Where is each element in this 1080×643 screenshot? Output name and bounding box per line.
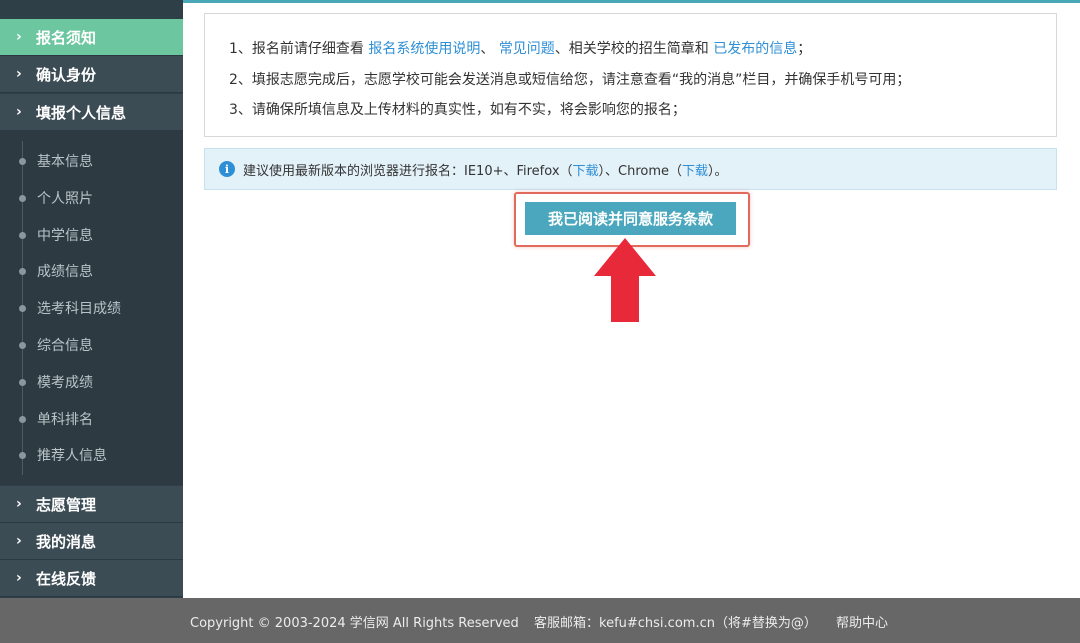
notice-line-2: 2、填报志愿完成后，志愿学校可能会发送消息或短信给您，请注意查看“我的消息”栏目… [229, 72, 911, 88]
sidebar-item-preferences[interactable]: › 志愿管理 [0, 486, 183, 523]
sidebar-subitem-basic-info[interactable]: 基本信息 [0, 147, 183, 175]
notice-text: ； [797, 41, 812, 57]
published-info-link[interactable]: 已发布的信息 [713, 41, 797, 57]
notice-line-1: 1、报名前请仔细查看 报名系统使用说明、 常见问题、相关学校的招生简章和 已发布… [229, 38, 811, 58]
tip-text: ）。 [708, 163, 728, 179]
bullet-dot-icon [19, 158, 26, 165]
notice-text: 1、报名前请仔细查看 [229, 41, 369, 57]
sidebar-subitem-grades[interactable]: 成绩信息 [0, 257, 183, 285]
sidebar-item-label: 报名须知 [36, 28, 97, 47]
help-center-link[interactable]: 帮助中心 [836, 612, 888, 631]
sidebar-nav: › 报名须知 › 确认身份 › 填报个人信息 基本信息 个人照片 中学信息 成绩… [0, 0, 183, 598]
faq-link[interactable]: 常见问题 [499, 41, 555, 57]
bullet-dot-icon [19, 342, 26, 349]
sidebar-subitem-label: 个人照片 [37, 191, 93, 207]
sidebar-subitem-label: 中学信息 [37, 228, 93, 244]
firefox-download-link[interactable]: 下载 [573, 160, 599, 179]
bullet-dot-icon [19, 195, 26, 202]
sidebar-subitem-referrer[interactable]: 推荐人信息 [0, 441, 183, 469]
tip-text: ）、Chrome（ [598, 163, 683, 179]
sidebar-subitem-label: 推荐人信息 [37, 448, 107, 464]
sidebar-subitem-label: 单科排名 [37, 412, 93, 428]
sidebar-item-personal-info[interactable]: › 填报个人信息 [0, 94, 183, 131]
footer-copyright: Copyright © 2003-2024 学信网 All Rights Res… [190, 616, 519, 631]
chevron-right-icon: › [16, 104, 22, 120]
sidebar-subnav: 基本信息 个人照片 中学信息 成绩信息 选考科目成绩 综合信息 模考成绩 单科排… [0, 131, 183, 485]
notice-box: 1、报名前请仔细查看 报名系统使用说明、 常见问题、相关学校的招生简章和 已发布… [204, 13, 1057, 137]
red-arrow-up-icon [594, 238, 656, 322]
usage-guide-link[interactable]: 报名系统使用说明 [368, 41, 480, 57]
chrome-download-link[interactable]: 下载 [682, 160, 708, 179]
sidebar-item-label: 确认身份 [36, 65, 97, 84]
info-icon: i [219, 161, 235, 177]
sidebar-item-confirm-identity[interactable]: › 确认身份 [0, 56, 183, 93]
sidebar-subitem-high-school[interactable]: 中学信息 [0, 221, 183, 249]
chevron-right-icon: › [16, 570, 22, 586]
bullet-dot-icon [19, 452, 26, 459]
sidebar-subitem-label: 综合信息 [37, 338, 93, 354]
sidebar-subitem-mock-exam[interactable]: 模考成绩 [0, 368, 183, 396]
agree-terms-button[interactable]: 我已阅读并同意服务条款 [525, 202, 736, 235]
sidebar-subitem-comprehensive[interactable]: 综合信息 [0, 331, 183, 359]
notice-text: 、 [480, 41, 499, 57]
sidebar-item-messages[interactable]: › 我的消息 [0, 523, 183, 560]
chevron-right-icon: › [16, 66, 22, 82]
sidebar-item-notice[interactable]: › 报名须知 [0, 19, 183, 56]
page-footer: Copyright © 2003-2024 学信网 All Rights Res… [0, 598, 1080, 643]
sidebar-subitem-elective-scores[interactable]: 选考科目成绩 [0, 294, 183, 322]
browser-tip-bar: i 建议使用最新版本的浏览器进行报名：IE10+、Firefox（ 下载 ）、Chr… [204, 148, 1057, 190]
bullet-dot-icon [19, 305, 26, 312]
sidebar-subitem-label: 模考成绩 [37, 375, 93, 391]
chevron-right-icon: › [16, 29, 22, 45]
sidebar-subitem-label: 选考科目成绩 [37, 301, 121, 317]
sidebar-item-label: 我的消息 [36, 532, 97, 551]
bullet-dot-icon [19, 379, 26, 386]
sidebar-subitem-label: 成绩信息 [37, 264, 93, 280]
sidebar-subitem-subject-rank[interactable]: 单科排名 [0, 405, 183, 433]
notice-text: 、相关学校的招生简章和 [554, 41, 714, 57]
sidebar-item-label: 填报个人信息 [36, 103, 127, 122]
chevron-right-icon: › [16, 533, 22, 549]
bullet-dot-icon [19, 416, 26, 423]
notice-line-3: 3、请确保所填信息及上传材料的真实性，如有不实，将会影响您的报名； [229, 102, 686, 118]
chevron-right-icon: › [16, 496, 22, 512]
sidebar-subitem-photo[interactable]: 个人照片 [0, 184, 183, 212]
sidebar-subitem-label: 基本信息 [37, 154, 93, 170]
bullet-dot-icon [19, 268, 26, 275]
bullet-dot-icon [19, 232, 26, 239]
footer-email: 客服邮箱：kefu#chsi.com.cn（将#替换为@） [534, 616, 817, 631]
sidebar-item-label: 志愿管理 [36, 495, 97, 514]
sidebar-item-feedback[interactable]: › 在线反馈 [0, 560, 183, 597]
sidebar-item-label: 在线反馈 [36, 569, 97, 588]
tip-text: 建议使用最新版本的浏览器进行报名：IE10+、Firefox（ [243, 163, 573, 179]
